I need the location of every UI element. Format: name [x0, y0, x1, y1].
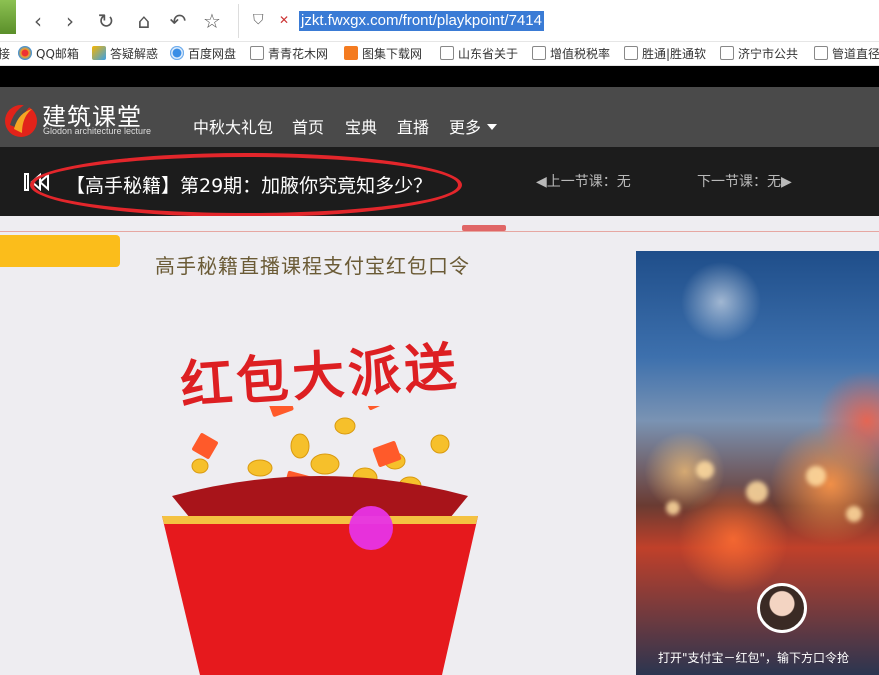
promo-heading: 高手秘籍直播课程支付宝红包口令 — [155, 254, 470, 278]
live-video-panel[interactable]: 打开"支付宝－红包"，输下方口令抢 — [636, 251, 879, 675]
nav-live[interactable]: 直播 — [397, 114, 429, 138]
nav-handbook[interactable]: 宝典 — [345, 114, 377, 138]
nav-more[interactable]: 更多 — [449, 114, 498, 138]
image-icon — [344, 46, 358, 60]
bookmark-item[interactable]: QQ邮箱 — [18, 45, 79, 63]
bookmark-item[interactable]: 增值税税率 — [532, 45, 610, 63]
bookmark-item[interactable]: 青青花木网 — [250, 45, 328, 63]
page-icon — [624, 46, 638, 60]
site-logo-icon[interactable] — [2, 95, 40, 141]
page-icon — [720, 46, 734, 60]
highlight-ellipse — [30, 153, 462, 217]
page-icon — [250, 46, 264, 60]
nav-more-label: 更多 — [449, 118, 482, 137]
bookmark-item[interactable]: 济宁市公共 — [720, 45, 798, 63]
insecure-lock-icon[interactable]: ✕ — [279, 13, 295, 29]
next-lesson-label: 下一节课：无 — [697, 174, 781, 190]
home-icon[interactable]: ⌂ — [132, 9, 156, 33]
prev-lesson-link[interactable]: ◀上一节课：无 — [536, 171, 631, 191]
bokeh-light — [666, 501, 680, 515]
browser-toolbar: ‹ › ↻ ⌂ ↶ ☆ ⛉ ✕ jzkt.fwxgx.com/front/pla… — [0, 0, 879, 42]
red-envelope-illustration — [162, 406, 478, 675]
forward-icon[interactable]: › — [58, 9, 82, 33]
site-header: 建筑课堂 Glodon architecture lecture 中秋大礼包 首… — [0, 87, 879, 147]
bookmark-item[interactable]: 胜通|胜通软 — [624, 45, 706, 63]
prev-lesson-label: 上一节课：无 — [546, 174, 631, 190]
address-bar[interactable]: ⛉ ✕ jzkt.fwxgx.com/front/playkpoint/7414 — [238, 4, 879, 38]
hongbao-banner-text: 红包大派送 — [178, 337, 463, 417]
page-icon — [814, 46, 828, 60]
url-text[interactable]: jzkt.fwxgx.com/front/playkpoint/7414 — [299, 11, 544, 31]
browser-logo-icon — [0, 0, 16, 34]
divider — [0, 231, 879, 232]
bokeh-light — [806, 466, 826, 486]
bokeh-light — [696, 461, 714, 479]
bokeh-light — [846, 506, 862, 522]
bookmark-item[interactable]: 百度网盘 — [170, 45, 236, 63]
back-icon[interactable]: ‹ — [26, 9, 50, 33]
next-lesson-link[interactable]: 下一节课：无▶ — [697, 171, 792, 191]
bookmark-item[interactable]: 接 — [0, 45, 10, 63]
chevron-down-icon — [487, 124, 498, 130]
shield-icon: ⛉ — [253, 12, 264, 28]
play-right-icon: ▶ — [781, 174, 792, 190]
drag-handle[interactable] — [462, 225, 506, 231]
nav-mid-autumn-gift[interactable]: 中秋大礼包 — [193, 114, 273, 138]
bookmark-item[interactable]: 管道直径 — [814, 45, 879, 63]
course-title-bar: 【高手秘籍】第29期：加腋你究竟知多少？ ◀上一节课：无 下一节课：无▶ — [0, 147, 879, 217]
content-area: 高手秘籍直播课程支付宝红包口令 红包大派送 打开"支付宝－红包"，输下方口令抢 — [0, 216, 879, 675]
qq-mail-icon — [18, 46, 32, 60]
page-icon — [440, 46, 454, 60]
page-icon — [532, 46, 546, 60]
site-logo-subtitle: Glodon architecture lecture — [43, 126, 152, 136]
nav-home[interactable]: 首页 — [292, 114, 324, 138]
undo-icon[interactable]: ↶ — [166, 9, 190, 33]
reload-icon[interactable]: ↻ — [94, 9, 118, 33]
bookmark-item[interactable]: 图集下载网 — [344, 45, 422, 63]
bookmark-item[interactable]: 山东省关于 — [440, 45, 518, 63]
star-icon[interactable]: ☆ — [200, 9, 224, 33]
baidu-pan-icon — [170, 46, 184, 60]
qa-icon — [92, 46, 106, 60]
bookmarks-bar: 接 QQ邮箱 答疑解惑 百度网盘 青青花木网 图集下载网 山东省关于 增值税税率… — [0, 42, 879, 66]
cursor-indicator — [349, 506, 393, 550]
video-caption: 打开"支付宝－红包"，输下方口令抢 — [658, 651, 850, 665]
bookmark-item[interactable]: 答疑解惑 — [92, 45, 158, 63]
top-strip — [0, 66, 879, 87]
yellow-tag — [0, 235, 120, 267]
host-avatar[interactable] — [757, 583, 807, 633]
play-left-icon: ◀ — [536, 174, 547, 190]
bokeh-light — [746, 481, 768, 503]
